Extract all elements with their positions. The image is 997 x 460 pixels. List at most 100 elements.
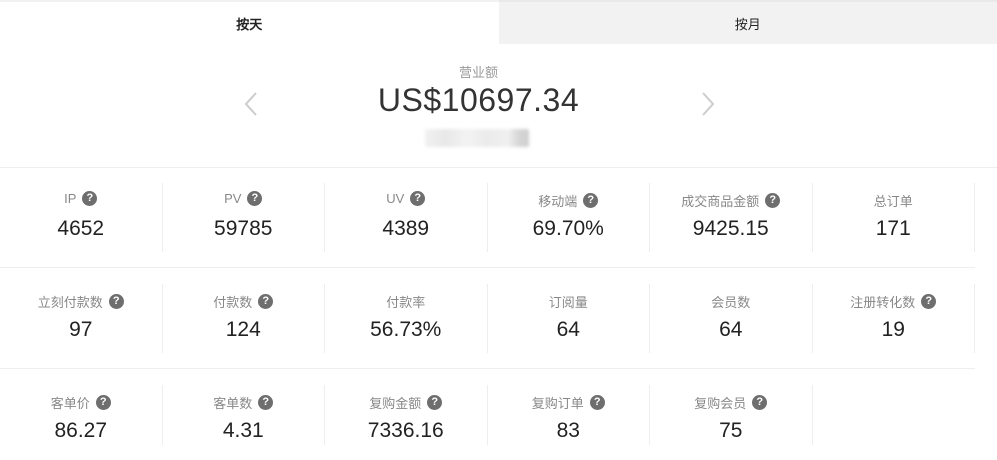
metric-value: 171 [875, 217, 911, 240]
help-icon[interactable]: ? [410, 191, 426, 206]
help-icon[interactable]: ? [258, 395, 274, 410]
metric-card-inner: 付款率 56.73% [325, 284, 488, 353]
metric-card: 付款率 56.73% [325, 269, 488, 368]
metric-value: 83 [556, 419, 580, 442]
empty-cell-inner [813, 385, 976, 445]
metric-card-inner: 注册转化数? 19 [813, 284, 975, 353]
metric-card-inner: 会员数 64 [650, 284, 813, 353]
metric-label: 客单数? [163, 393, 325, 412]
metric-label: 复购金额? [325, 393, 487, 412]
metric-label-text: 立刻付款数 [37, 295, 103, 310]
metric-label-text: 客单数 [213, 396, 253, 411]
help-icon[interactable]: ? [247, 191, 263, 206]
metric-value: 75 [719, 419, 743, 442]
help-icon[interactable]: ? [583, 193, 599, 208]
metric-label: PV? [163, 191, 325, 206]
help-icon[interactable]: ? [108, 294, 124, 309]
metric-card: PV? 59785 [163, 168, 325, 267]
metric-label: 会员数 [650, 292, 812, 311]
metric-value: 4.31 [222, 419, 264, 442]
help-icon[interactable]: ? [427, 395, 443, 410]
metric-label-text: 付款率 [386, 295, 426, 310]
metric-label: 移动端? [488, 191, 650, 210]
help-icon[interactable]: ? [921, 294, 937, 309]
metric-value: 56.73% [370, 318, 442, 341]
next-period-button[interactable] [697, 88, 719, 120]
period-tabs: 按天 按月 [0, 0, 997, 44]
empty-cell [813, 370, 976, 460]
metric-card-inner: UV? 4389 [325, 183, 488, 252]
metric-label: 订阅量 [488, 292, 650, 311]
metric-label: 立刻付款数? [0, 292, 162, 311]
metric-card-inner: 客单数? 4.31 [163, 385, 325, 445]
metric-card-inner: 客单价? 86.27 [0, 385, 163, 445]
help-icon[interactable]: ? [258, 294, 274, 309]
metric-label: 总订单 [813, 191, 975, 210]
metric-value: 7336.16 [367, 419, 444, 442]
metric-card-inner: 复购订单? 83 [488, 385, 650, 445]
metric-label-text: 付款数 [213, 295, 253, 310]
metric-value: 64 [556, 318, 580, 341]
tab-by-month[interactable]: 按月 [498, 0, 997, 44]
help-icon[interactable]: ? [765, 193, 781, 208]
metric-value: 9425.15 [692, 217, 769, 240]
metric-label-text: 客单价 [50, 396, 90, 411]
metric-label: UV? [325, 191, 487, 206]
metric-card-inner: 总订单 171 [813, 183, 975, 252]
metric-label: 复购会员? [650, 393, 812, 412]
metric-label-text: UV [386, 191, 405, 206]
metric-card-inner: 成交商品金额? 9425.15 [650, 183, 813, 252]
help-icon[interactable]: ? [589, 395, 605, 410]
metric-label-text: 复购订单 [531, 396, 584, 411]
metric-card: 总订单 171 [813, 168, 975, 267]
metric-card: 客单价? 86.27 [0, 370, 163, 460]
blurred-date-range [425, 129, 529, 147]
metric-value: 124 [225, 318, 261, 341]
metric-label-text: 订阅量 [548, 295, 588, 310]
metric-label-text: 注册转化数 [850, 295, 916, 310]
revenue-label: 营业额 [458, 65, 498, 80]
metric-label-text: 成交商品金额 [681, 194, 760, 209]
metric-value: 64 [719, 318, 743, 341]
metric-card-inner: 付款数? 124 [163, 284, 325, 353]
metric-label: 成交商品金额? [650, 191, 812, 210]
revenue-value: US$10697.34 [377, 82, 580, 118]
prev-period-button[interactable] [240, 88, 262, 120]
metric-card: IP? 4652 [0, 168, 163, 267]
help-icon[interactable]: ? [82, 191, 98, 206]
metric-label: IP? [0, 191, 162, 206]
metric-card: 移动端? 69.70% [488, 168, 650, 267]
help-icon[interactable]: ? [95, 395, 111, 410]
metric-label: 客单价? [0, 393, 162, 412]
metric-value: 59785 [214, 217, 273, 240]
metric-label: 注册转化数? [813, 292, 975, 311]
metric-value: 19 [881, 318, 905, 341]
metric-label: 复购订单? [488, 393, 650, 412]
metric-value: 69.70% [532, 217, 604, 240]
metric-label-text: 复购会员 [694, 396, 747, 411]
metric-label: 付款数? [163, 292, 325, 311]
metric-card: 会员数 64 [650, 269, 813, 368]
metric-card: 订阅量 64 [488, 269, 650, 368]
metric-card: UV? 4389 [325, 168, 488, 267]
metric-label-text: PV [224, 191, 242, 206]
metrics-row-1: IP? 4652 PV? 59785 UV? 4389 移动端? 69.70% 成交商品金额? 9… [0, 168, 975, 268]
metric-label-text: 复购金额 [369, 396, 422, 411]
metric-card-inner: 复购会员? 75 [650, 385, 813, 445]
metric-card: 立刻付款数? 97 [0, 269, 163, 368]
metric-card: 客单数? 4.31 [163, 370, 325, 460]
metric-value: 4389 [382, 217, 430, 240]
metric-card: 复购订单? 83 [488, 370, 650, 460]
help-icon[interactable]: ? [752, 395, 768, 410]
metric-label-text: 移动端 [538, 194, 578, 209]
metric-card-inner: IP? 4652 [0, 183, 163, 252]
metrics-row-2: 立刻付款数? 97 付款数? 124 付款率 56.73% 订阅量 64 会员数 64 注册转化数?… [0, 269, 975, 369]
metric-card: 成交商品金额? 9425.15 [650, 168, 813, 267]
metric-value: 86.27 [54, 419, 108, 442]
tab-by-day[interactable]: 按天 [0, 0, 499, 44]
chevron-left-icon [244, 92, 257, 116]
metric-card: 注册转化数? 19 [813, 269, 975, 368]
metric-value: 97 [69, 318, 93, 341]
chevron-right-icon [702, 92, 715, 116]
metric-label-text: 总订单 [873, 194, 913, 209]
